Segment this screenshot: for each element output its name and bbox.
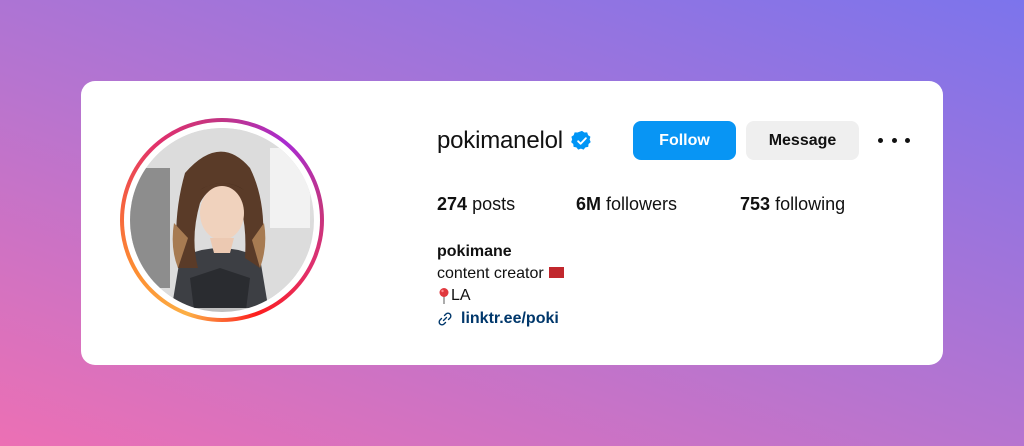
following-count: 753 <box>740 194 771 214</box>
bio-link-text[interactable]: linktr.ee/poki <box>461 310 559 328</box>
followers-label: followers <box>606 194 678 214</box>
bio-name: pokimane <box>437 243 512 260</box>
profile-card: pokimanelol Follow Message 274 posts 6M … <box>81 81 943 365</box>
username[interactable]: pokimanelol <box>437 127 563 155</box>
bio-line-2: LA <box>437 287 471 305</box>
more-options-icon[interactable] <box>878 130 910 150</box>
followers-count: 6M <box>576 194 602 214</box>
bio-text-1: content creator <box>437 265 544 282</box>
follow-button[interactable]: Follow <box>633 121 736 160</box>
message-button[interactable]: Message <box>746 121 859 160</box>
pushpin-icon <box>439 288 449 304</box>
following-stat[interactable]: 753 following <box>740 194 845 215</box>
posts-stat[interactable]: 274 posts <box>437 194 515 215</box>
following-label: following <box>775 194 846 214</box>
link-icon <box>438 312 452 326</box>
flag-icon <box>548 267 564 279</box>
verified-badge-icon <box>570 130 591 150</box>
bio-text-2: LA <box>451 287 471 305</box>
posts-count: 274 <box>437 194 468 214</box>
posts-label: posts <box>472 194 516 214</box>
bio-line-1: content creator <box>437 265 564 283</box>
followers-stat[interactable]: 6M followers <box>576 194 677 215</box>
avatar[interactable] <box>130 128 314 312</box>
bio-link[interactable]: linktr.ee/poki <box>437 310 559 328</box>
story-ring[interactable] <box>120 118 324 322</box>
avatar-photo <box>130 128 310 312</box>
profile-header: pokimanelol <box>437 121 593 161</box>
